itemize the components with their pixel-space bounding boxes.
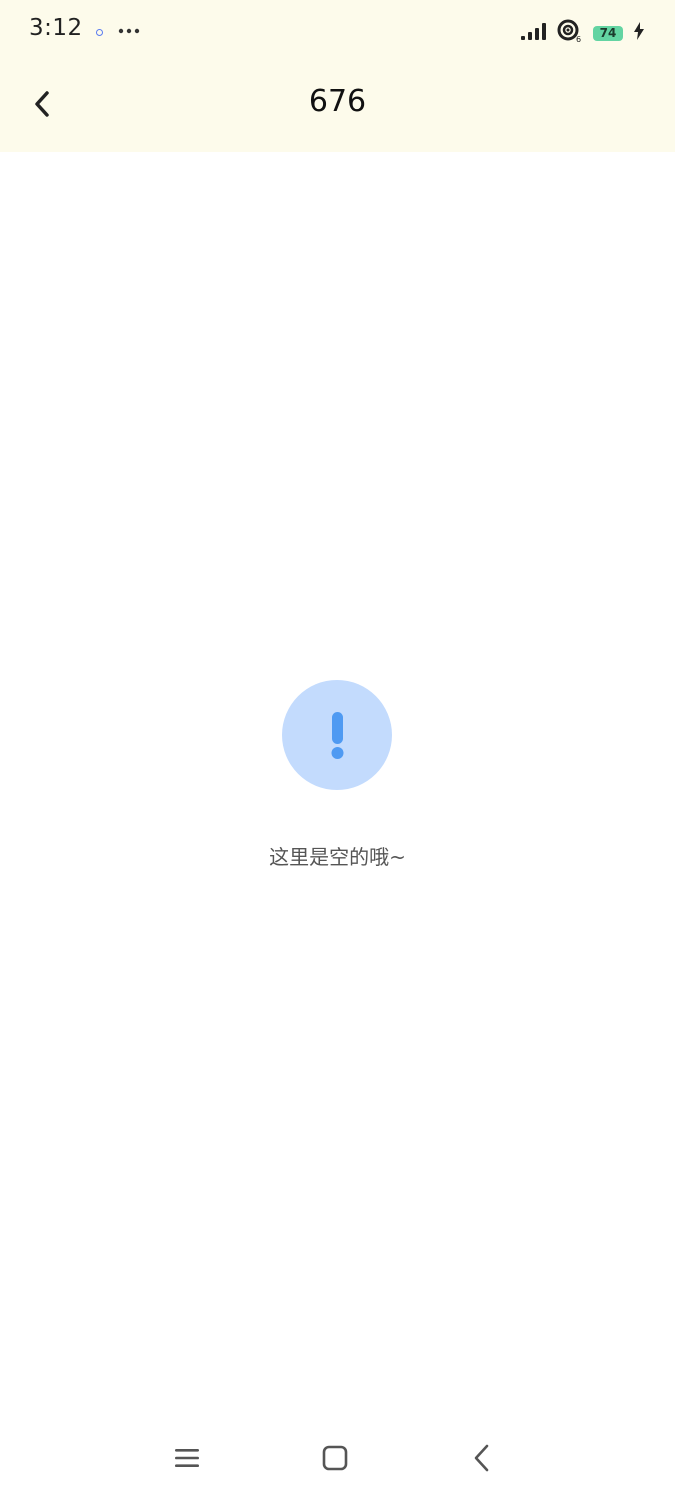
status-bar: 3:12 6 74 bbox=[0, 0, 675, 64]
back-icon bbox=[474, 1444, 489, 1472]
charging-icon bbox=[633, 22, 645, 44]
more-dots-icon bbox=[118, 20, 140, 34]
battery-icon: 74 bbox=[593, 25, 623, 41]
home-button[interactable] bbox=[315, 1438, 355, 1478]
menu-icon bbox=[175, 1449, 199, 1467]
menu-button[interactable] bbox=[167, 1438, 207, 1478]
empty-message: 这里是空的哦~ bbox=[269, 845, 406, 869]
system-navigation-bar bbox=[0, 1420, 675, 1500]
signal-icon bbox=[521, 22, 547, 44]
page-title: 676 bbox=[308, 84, 367, 119]
status-icons: 6 74 bbox=[521, 19, 645, 47]
nav-bar: 676 bbox=[0, 64, 675, 152]
battery-level: 74 bbox=[599, 26, 617, 40]
header-area: 3:12 6 74 676 bbox=[0, 0, 675, 152]
system-back-button[interactable] bbox=[462, 1438, 502, 1478]
app-screen: 3:12 6 74 676 这里是空的哦~ bbox=[0, 0, 675, 1500]
notification-dot-icon bbox=[96, 29, 103, 36]
status-time: 3:12 bbox=[29, 15, 83, 41]
wifi-icon: 6 bbox=[557, 19, 583, 47]
exclamation-circle-icon bbox=[282, 680, 392, 790]
svg-text:6: 6 bbox=[576, 35, 581, 43]
home-icon bbox=[322, 1445, 348, 1471]
